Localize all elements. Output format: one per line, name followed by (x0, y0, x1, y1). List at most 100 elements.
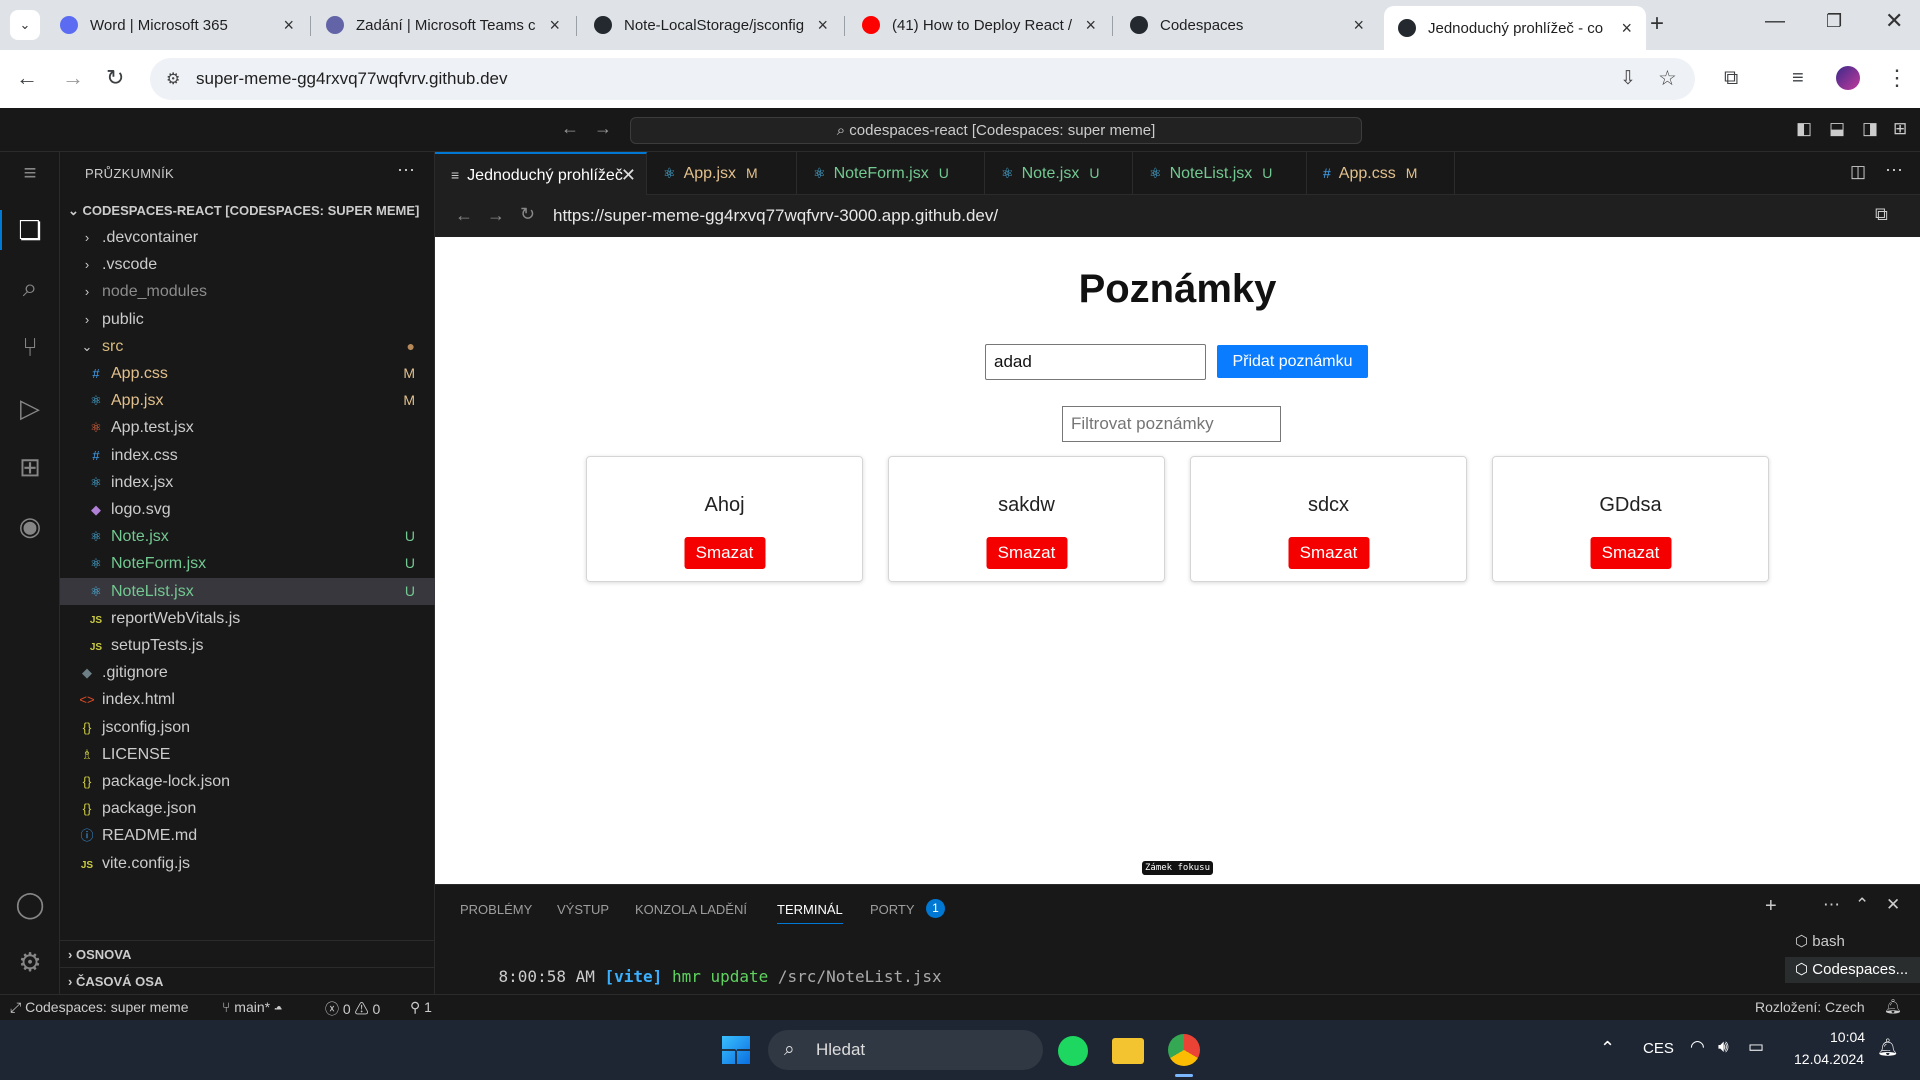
editor-tab[interactable]: ≡ Jednoduchý prohlížeč ✕ (435, 152, 647, 195)
tree-file[interactable]: {} package-lock.json (60, 768, 435, 795)
customize-layout-icon[interactable]: ⊞ (1893, 119, 1907, 139)
tree-file[interactable]: ⚛ Note.jsx U (60, 523, 435, 550)
show-hidden-icons[interactable]: ⌃ (1600, 1038, 1615, 1059)
restore-button[interactable]: ❐ (1826, 11, 1842, 32)
editor-tab[interactable]: ⚛ NoteList.jsx U (1133, 152, 1307, 195)
accounts-icon[interactable]: ◯ (13, 887, 47, 921)
tree-file[interactable]: <> index.html (60, 686, 435, 713)
split-editor-icon[interactable]: ◫ (1850, 162, 1866, 182)
windows-start-icon[interactable] (722, 1036, 750, 1064)
install-app-icon[interactable]: ⇩ (1620, 67, 1636, 90)
run-debug-icon[interactable]: ▷ (13, 391, 47, 425)
delete-note-button[interactable]: Smazat (1288, 537, 1369, 569)
panel-tab[interactable]: PROBLÉMY (460, 902, 532, 917)
ports-indicator[interactable]: ⚲ 1 (410, 999, 432, 1016)
tree-file[interactable]: ⚛ NoteForm.jsx U (60, 550, 435, 577)
toggle-secondary-sidebar-icon[interactable]: ◨ (1862, 119, 1878, 139)
timeline-section[interactable]: › ČASOVÁ OSA (60, 967, 435, 994)
reload-icon[interactable]: ↻ (106, 67, 124, 89)
branch-indicator[interactable]: ⑂ main* ☁ (222, 999, 282, 1015)
tree-file[interactable]: # App.css M (60, 360, 435, 387)
close-tab-icon[interactable]: ✕ (621, 154, 636, 197)
panel-tab[interactable]: VÝSTUP (557, 902, 609, 917)
close-tab-icon[interactable]: × (1085, 15, 1096, 36)
maximize-panel-icon[interactable]: ⌃ (1855, 895, 1869, 915)
extensions-icon[interactable]: ⧉ (1724, 67, 1738, 89)
forward-icon[interactable]: → (62, 67, 84, 89)
file-explorer-icon[interactable] (1112, 1038, 1144, 1064)
close-window-button[interactable]: ✕ (1885, 8, 1903, 34)
tree-file[interactable]: # index.css (60, 442, 435, 469)
close-panel-icon[interactable]: ✕ (1886, 895, 1900, 915)
new-terminal-icon[interactable]: + (1765, 895, 1777, 918)
tree-folder[interactable]: › .devcontainer (60, 224, 435, 251)
tree-file[interactable]: ⚛ NoteList.jsx U (60, 577, 435, 605)
panel-tab[interactable]: TERMINÁL (777, 902, 843, 924)
explorer-more-icon[interactable]: ⋯ (397, 160, 415, 181)
problems-indicator[interactable]: ⓧ 0 ⚠ 0 (325, 999, 380, 1019)
wifi-icon[interactable]: ◠ (1690, 1037, 1705, 1057)
clock-time[interactable]: 10:04 (1830, 1029, 1865, 1045)
preview-url[interactable]: https://super-meme-gg4rxvq77wqfvrv-3000.… (553, 206, 998, 226)
browser-tab[interactable]: Zadání | Microsoft Teams c × (312, 8, 574, 42)
panel-tab[interactable]: KONZOLA LADĚNÍ (635, 902, 747, 917)
chrome-icon[interactable] (1168, 1034, 1200, 1066)
notification-icon[interactable]: 🔔︎ (1877, 1038, 1899, 1058)
add-note-button[interactable]: Přidat poznámku (1217, 345, 1368, 378)
command-center[interactable]: ⌕ codespaces-react [Codespaces: super me… (630, 117, 1362, 144)
back-icon[interactable]: ← (455, 205, 473, 226)
tree-file[interactable]: {} jsconfig.json (60, 714, 435, 741)
search-icon[interactable]: ⌕ (13, 270, 47, 304)
close-tab-icon[interactable]: × (817, 15, 828, 36)
editor-more-icon[interactable]: ⋯ (1885, 160, 1903, 181)
browser-tab[interactable]: Jednoduchý prohlížeč - co × (1384, 6, 1646, 50)
nav-back-icon[interactable]: ← (561, 118, 579, 139)
delete-note-button[interactable]: Smazat (986, 537, 1067, 569)
browser-tab[interactable]: Codespaces × (1116, 8, 1378, 42)
terminal-list-item[interactable]: ⬡ bash (1785, 929, 1920, 955)
editor-tab[interactable]: # App.css M (1307, 152, 1455, 195)
note-input[interactable] (985, 344, 1206, 380)
back-icon[interactable]: ← (16, 67, 38, 89)
tree-file[interactable]: ⚛ App.jsx M (60, 387, 435, 414)
workspace-header[interactable]: ⌄ CODESPACES-REACT [CODESPACES: SUPER ME… (60, 197, 435, 224)
outline-section[interactable]: › OSNOVA (60, 940, 435, 967)
tree-file[interactable]: ⚛ App.test.jsx (60, 414, 435, 441)
notifications-bell-icon[interactable]: 🔔︎ (1884, 998, 1902, 1015)
close-tab-icon[interactable]: × (1353, 15, 1364, 36)
editor-tab[interactable]: ⚛ NoteForm.jsx U (797, 152, 985, 195)
editor-tab[interactable]: ⚛ App.jsx M (647, 152, 797, 195)
profile-avatar[interactable] (1836, 66, 1860, 90)
battery-icon[interactable]: ▭ (1748, 1037, 1764, 1057)
nav-forward-icon[interactable]: → (594, 118, 612, 139)
delete-note-button[interactable]: Smazat (684, 537, 765, 569)
new-tab-button[interactable]: + (1650, 10, 1664, 38)
browser-tab[interactable]: Note-LocalStorage/jsconfig × (580, 8, 842, 42)
open-external-icon[interactable]: ⧉ (1875, 204, 1888, 225)
panel-more-icon[interactable]: ⋯ (1823, 895, 1840, 915)
tree-file[interactable]: ◆ .gitignore (60, 659, 435, 686)
reload-icon[interactable]: ↻ (520, 204, 535, 225)
tree-file[interactable]: ◆ logo.svg (60, 496, 435, 523)
spotify-icon[interactable] (1058, 1036, 1088, 1066)
tree-file[interactable]: ⓘ README.md (60, 822, 435, 849)
settings-gear-icon[interactable]: ⚙ (13, 945, 47, 979)
close-tab-icon[interactable]: × (549, 15, 560, 36)
delete-note-button[interactable]: Smazat (1590, 537, 1671, 569)
tree-folder[interactable]: › public (60, 306, 435, 333)
tree-file[interactable]: JS vite.config.js (60, 850, 435, 877)
explorer-icon[interactable]: ❏ (13, 213, 47, 247)
tree-folder[interactable]: › .vscode (60, 251, 435, 278)
close-tab-icon[interactable]: × (283, 15, 294, 36)
tree-file[interactable]: ⚛ index.jsx (60, 469, 435, 496)
filter-input[interactable] (1062, 406, 1281, 442)
toggle-panel-icon[interactable]: ⬓ (1829, 119, 1845, 139)
clock-date[interactable]: 12.04.2024 (1794, 1051, 1864, 1067)
terminal-list-item[interactable]: ⬡ Codespaces... (1785, 957, 1920, 983)
browser-tab[interactable]: Word | Microsoft 365 × (46, 8, 308, 42)
browser-tab[interactable]: (41) How to Deploy React / × (848, 8, 1110, 42)
tree-file[interactable]: ♗ LICENSE (60, 741, 435, 768)
media-control-icon[interactable]: ≡ (1792, 67, 1804, 89)
tab-search-button[interactable]: ⌄ (10, 10, 40, 40)
keyboard-layout[interactable]: Rozložení: Czech (1755, 999, 1865, 1015)
